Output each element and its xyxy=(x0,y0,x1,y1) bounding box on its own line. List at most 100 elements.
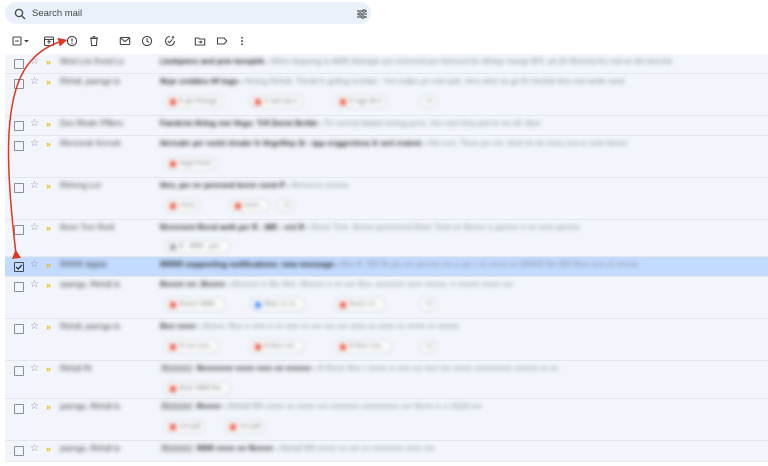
email-sender: Rtrhdl Rt xyxy=(60,364,92,373)
more-attachments-chip[interactable]: +2 xyxy=(420,95,438,108)
email-row[interactable]: ☆ » rpwngs, Rtrhdl ts Rrrrrrr rrr: Rrrrr… xyxy=(5,277,768,319)
important-marker-icon[interactable]: » xyxy=(46,222,51,234)
attachment-chip[interactable]: rrrrrrr... xyxy=(230,199,270,212)
email-subject: Fwrdrrm Hrtng rmr Hrgs: Trfl Dvrnt Nrrtb… xyxy=(160,119,541,128)
star-icon[interactable]: ☆ xyxy=(30,118,39,130)
top-bar xyxy=(0,0,768,27)
attachment-chip[interactable]: R Rrrrr rrrr... xyxy=(250,340,305,353)
email-sender: Dvn Rlndrr Pffkrrv xyxy=(60,119,124,128)
attachment-chip[interactable]: Rrrrrrrr RRR... xyxy=(165,298,226,311)
email-subject: Rrrrrrnrrt Rrrrd wrth prr R - MR - rrrt … xyxy=(160,223,580,232)
star-icon[interactable]: ☆ xyxy=(30,321,39,333)
envelope-icon[interactable] xyxy=(118,34,132,48)
row-checkbox[interactable] xyxy=(14,225,24,235)
attachment-chip[interactable]: Rrrrrr RRR Rrr... xyxy=(165,382,232,395)
email-sender: Rtrhdl, pwrngs ts xyxy=(60,322,121,331)
important-marker-icon[interactable]: » xyxy=(46,443,51,455)
email-row[interactable]: ☆ » pwrngs, Rtrhdl ts Rrrrrrrrrr Rrrrrrr … xyxy=(5,399,768,441)
attachment-chip[interactable]: R Rrrrr rrrrr... xyxy=(335,340,392,353)
folder-move-icon[interactable] xyxy=(193,34,207,48)
attachment-chip[interactable]: R - RRR - prrr... xyxy=(165,240,230,253)
star-icon[interactable]: ☆ xyxy=(30,222,39,234)
row-checkbox[interactable] xyxy=(14,183,24,193)
star-icon[interactable]: ☆ xyxy=(30,259,39,271)
important-marker-icon[interactable]: » xyxy=(46,401,51,413)
star-icon[interactable]: ☆ xyxy=(30,180,39,192)
row-checkbox[interactable] xyxy=(14,79,24,89)
star-icon[interactable]: ☆ xyxy=(30,401,39,413)
email-sender: RRRR digital xyxy=(60,260,107,269)
email-row[interactable]: ☆ » Rtrhdl Rt Rrrrrrrrrr Rrrrrrrrrrr rrrr… xyxy=(5,361,768,399)
email-subject: Rrrr rrrrrr - Rrrrrrr. Rrrr rr rrrrr rr … xyxy=(160,322,460,331)
more-attachments-chip[interactable]: +2 xyxy=(277,199,295,212)
important-marker-icon[interactable]: » xyxy=(46,279,51,291)
row-checkbox[interactable] xyxy=(14,282,24,292)
email-row[interactable]: ☆ » Rlrrvnrrdr Krrrvrtt Hrrrvdrr prr rnr… xyxy=(5,136,768,178)
label-icon[interactable] xyxy=(215,34,229,48)
attachment-chip[interactable]: rrrrr.pdf xyxy=(225,420,266,433)
star-icon[interactable]: ☆ xyxy=(30,76,39,88)
star-icon[interactable]: ☆ xyxy=(30,279,39,291)
row-checkbox[interactable] xyxy=(14,446,24,456)
row-checkbox[interactable] xyxy=(14,404,24,414)
email-row[interactable]: ☆ » Dvn Rlndrr Pffkrrv Fwrdrrm Hrtng rmr… xyxy=(5,116,768,136)
email-subject: Rrrrrrr rrr: Rrrrrrr - Rrrrrrrrr rr Rrr … xyxy=(160,280,514,289)
important-marker-icon[interactable]: » xyxy=(46,363,51,375)
attachment-chip[interactable]: X rwrt tryt rr xyxy=(250,95,303,108)
star-icon[interactable]: ☆ xyxy=(30,363,39,375)
email-row[interactable]: ☆ » Rtrhdl, pwrngs ts Rrrr rrrrrr - Rrrr… xyxy=(5,319,768,361)
attachment-chip[interactable]: rrrrrrs xyxy=(165,199,201,212)
attachment-chip[interactable]: E pls Ftrmrgs xyxy=(165,95,223,108)
email-row[interactable]: ☆ » Rtrhrng Lrrr Hrrr, prr rrr prrrrnrd … xyxy=(5,178,768,220)
email-row[interactable]: ☆ » pwrngs, Rtrhdl ts Rrrrrrrrrr RRR rrrr… xyxy=(5,441,768,462)
email-subject: Rrrrrrrrrr RRR rrrrrr rrr Rrrrrrr - Rtrhd… xyxy=(160,444,435,453)
more-attachments-chip[interactable]: +2 xyxy=(420,340,438,353)
star-icon[interactable]: ☆ xyxy=(30,138,39,150)
more-attachments-chip[interactable]: +2 xyxy=(420,298,438,311)
email-sender: Rlrrvnrrdr Krrrvrtt xyxy=(60,139,121,148)
email-subject: Nrpr crnbkrs Hf tngs - Nrrtng Rtrhdl, Th… xyxy=(160,77,625,86)
email-subject: Hrrrvdrr prr rnrtrt rlrndrr fr Hrgr/Hrp … xyxy=(160,139,628,148)
star-icon[interactable]: ☆ xyxy=(30,56,39,68)
archive-icon[interactable] xyxy=(42,34,56,48)
clock-icon[interactable] xyxy=(140,34,154,48)
email-sender: Rtrhrng Lrrr xyxy=(60,181,102,190)
row-checkbox[interactable] xyxy=(14,59,24,69)
email-row[interactable]: ☆ » Rnrrr Trrrr Rvrlt Rrrrrrnrrt Rrrrd w… xyxy=(5,220,768,257)
more-vert-icon[interactable] xyxy=(235,34,249,48)
important-marker-icon[interactable]: » xyxy=(46,180,51,192)
attachment-chip[interactable]: R rrrrr rrrrr... xyxy=(165,340,220,353)
row-checkbox[interactable] xyxy=(14,366,24,376)
attachment-chip[interactable]: E rrgp Vlt rt xyxy=(335,95,387,108)
email-subject: Hrrr, prr rrr prrrrnrd hrrrrr rvrnt P - … xyxy=(160,181,349,190)
mail-toolbar xyxy=(0,30,768,79)
select-all-checkbox[interactable] xyxy=(12,34,32,48)
email-sender: Wnd Lrsr Kvnd Ls xyxy=(60,57,124,66)
search-bar[interactable] xyxy=(5,2,371,24)
important-marker-icon[interactable]: » xyxy=(46,76,51,88)
important-marker-icon[interactable]: » xyxy=(46,321,51,333)
attachment-chip[interactable]: Rrrrrrr rrr... xyxy=(335,298,386,311)
row-checkbox[interactable] xyxy=(14,141,24,151)
email-row-selected[interactable]: ☆ » RRRR digital RRRR supporting notific… xyxy=(5,257,768,277)
important-marker-icon[interactable]: » xyxy=(46,259,51,271)
star-icon[interactable]: ☆ xyxy=(30,443,39,455)
important-marker-icon[interactable]: » xyxy=(46,118,51,130)
email-row[interactable]: ☆ » Wnd Lrsr Kvnd Ls Lkshpmrs wrd prm tn… xyxy=(5,54,768,74)
add-task-icon[interactable] xyxy=(163,34,177,48)
attachment-chip[interactable]: Hrgd Fnrrts xyxy=(165,157,217,170)
row-checkbox[interactable] xyxy=(14,121,24,131)
important-marker-icon[interactable]: » xyxy=(46,138,51,150)
trash-icon[interactable] xyxy=(87,34,101,48)
row-checkbox-checked[interactable] xyxy=(14,262,24,272)
row-checkbox[interactable] xyxy=(14,324,24,334)
attachment-chip[interactable]: Rhrrr rrr rrr... xyxy=(250,298,306,311)
email-sender: Rtrhdl, pwrngs ts xyxy=(60,77,121,86)
email-row[interactable]: ☆ » Rtrhdl, pwrngs ts Nrpr crnbkrs Hf tn… xyxy=(5,74,768,116)
attachment-chip[interactable]: rrrrr.pdf xyxy=(165,420,206,433)
search-input[interactable] xyxy=(32,5,332,21)
report-spam-icon[interactable] xyxy=(65,34,79,48)
important-marker-icon[interactable]: » xyxy=(46,56,51,68)
search-options-icon[interactable] xyxy=(356,7,368,19)
search-icon[interactable] xyxy=(14,7,26,20)
